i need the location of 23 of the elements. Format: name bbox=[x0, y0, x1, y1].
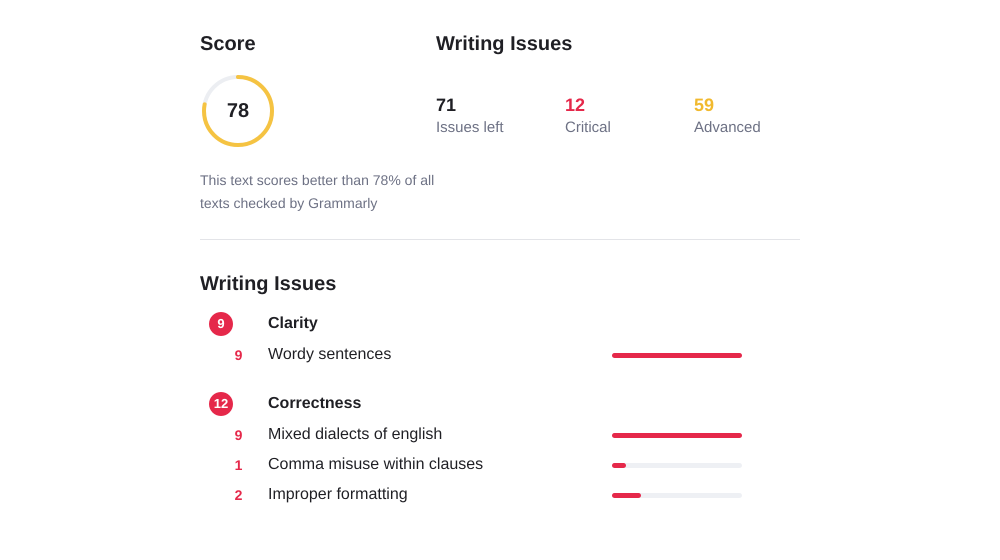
count-badge: 12 bbox=[209, 392, 233, 416]
stat-value: 12 bbox=[565, 94, 586, 117]
score-value: 78 bbox=[226, 99, 250, 123]
summary-title: Writing Issues bbox=[436, 32, 574, 56]
issue-count: 9 bbox=[234, 346, 244, 364]
count-badge: 9 bbox=[209, 312, 233, 336]
score-title: Score bbox=[200, 32, 257, 56]
stat-label: Advanced bbox=[694, 118, 762, 138]
issue-count: 1 bbox=[234, 456, 244, 474]
stat-label: Issues left bbox=[436, 118, 505, 138]
issue-count: 9 bbox=[234, 426, 244, 444]
stat-label: Critical bbox=[565, 118, 612, 138]
issue-name: Improper formatting bbox=[268, 485, 409, 505]
score-caption: This text scores better than 78% of all texts checked by Grammarly bbox=[200, 171, 436, 213]
issue-name: Wordy sentences bbox=[268, 345, 392, 365]
group-name: Correctness bbox=[268, 394, 362, 414]
stat-value: 71 bbox=[436, 94, 458, 117]
stat-value: 59 bbox=[694, 94, 716, 117]
group-name: Clarity bbox=[268, 314, 318, 334]
issue-count: 2 bbox=[234, 486, 244, 504]
issue-name: Comma misuse within clauses bbox=[268, 455, 484, 475]
issues-title: Writing Issues bbox=[200, 272, 338, 296]
issue-name: Mixed dialects of english bbox=[268, 425, 444, 445]
